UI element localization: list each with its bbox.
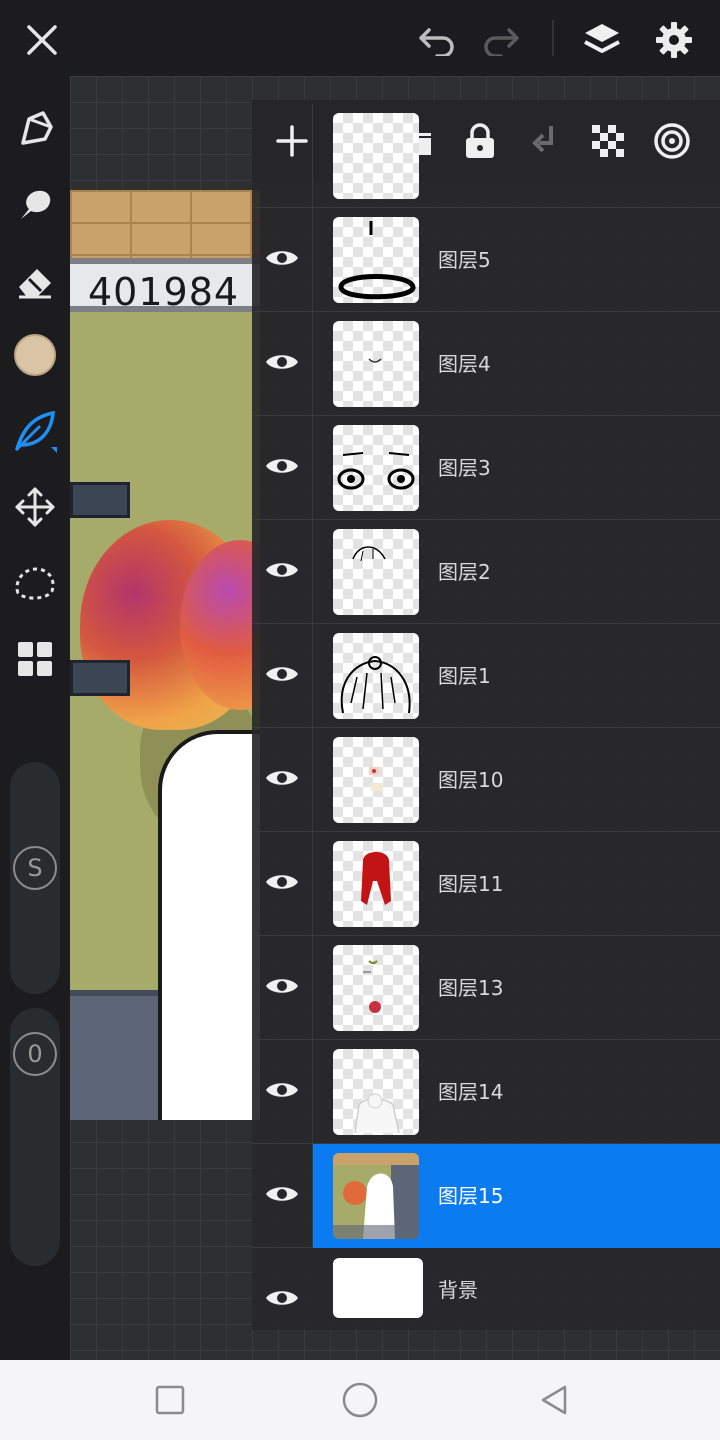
art-sign: 401984 xyxy=(70,258,260,314)
layer-row[interactable]: 图层14 xyxy=(252,1040,720,1144)
layer-row[interactable]: 图层4 xyxy=(252,312,720,416)
system-nav-bar xyxy=(0,1360,720,1440)
eye-icon[interactable] xyxy=(262,966,302,1006)
color-swatch[interactable] xyxy=(12,332,58,378)
layer-row[interactable]: 图层11 xyxy=(252,832,720,936)
layer-row[interactable]: 图层5 xyxy=(252,208,720,312)
art-shelf xyxy=(70,660,130,696)
layer-name: 图层14 xyxy=(438,1080,504,1104)
layer-name: 图层4 xyxy=(438,352,491,376)
eye-icon[interactable] xyxy=(262,342,302,382)
top-bar xyxy=(0,0,720,76)
layer-thumbnail xyxy=(333,321,419,407)
leaf-brush-icon[interactable] xyxy=(12,408,58,454)
undo-icon[interactable] xyxy=(414,18,460,62)
layer-name: 图层11 xyxy=(438,872,504,896)
eye-icon[interactable] xyxy=(262,1278,302,1318)
move-icon[interactable] xyxy=(12,484,58,530)
layers-panel: 图层5 图层4 图层3 图层2 图层1 图层10 图层11 图层13 图层14 … xyxy=(252,100,720,1330)
layer-divider xyxy=(312,832,313,936)
drawing-app: 401984 S 0 图层5 图层4 图层3 图层2 图层1 图层10 图层11… xyxy=(0,0,720,1440)
layer-divider xyxy=(312,936,313,1040)
layer-thumbnail xyxy=(333,1258,423,1318)
layer-row-partial[interactable] xyxy=(252,104,720,208)
pen-icon[interactable] xyxy=(12,106,58,152)
eye-icon[interactable] xyxy=(262,758,302,798)
redo-icon[interactable] xyxy=(478,18,524,62)
smudge-icon[interactable] xyxy=(12,182,58,228)
layer-row[interactable]: 图层10 xyxy=(252,728,720,832)
layer-thumbnail xyxy=(333,737,419,823)
opacity-slider-knob[interactable]: 0 xyxy=(13,1032,57,1076)
layer-row[interactable]: 图层2 xyxy=(252,520,720,624)
home-button[interactable] xyxy=(338,1378,382,1422)
layer-divider xyxy=(312,520,313,624)
gear-icon[interactable] xyxy=(650,16,698,64)
art-sign-text: 401984 xyxy=(88,270,240,314)
eye-icon[interactable] xyxy=(262,654,302,694)
layers-icon[interactable] xyxy=(578,16,626,64)
layer-thumbnail xyxy=(333,217,419,303)
layer-thumbnail xyxy=(333,529,419,615)
eye-icon[interactable] xyxy=(262,446,302,486)
eye-icon[interactable] xyxy=(262,1070,302,1110)
layer-row[interactable]: 图层13 xyxy=(252,936,720,1040)
layer-thumbnail xyxy=(333,841,419,927)
layer-divider xyxy=(312,1144,313,1248)
layer-name: 图层3 xyxy=(438,456,491,480)
size-slider-label: S xyxy=(27,854,43,882)
opacity-slider[interactable]: 0 xyxy=(10,1008,60,1266)
layer-divider xyxy=(312,416,313,520)
eraser-icon[interactable] xyxy=(12,258,58,304)
left-toolbar: S 0 xyxy=(0,76,70,1360)
art-character-shirt xyxy=(158,730,260,1120)
layer-divider xyxy=(312,312,313,416)
layer-thumbnail xyxy=(333,425,419,511)
layer-name: 图层15 xyxy=(438,1184,504,1208)
size-slider[interactable]: S xyxy=(10,762,60,994)
layer-divider xyxy=(312,624,313,728)
layer-thumbnail xyxy=(333,113,419,199)
layer-divider xyxy=(312,208,313,312)
artwork-canvas[interactable]: 401984 xyxy=(70,190,260,1120)
eye-icon[interactable] xyxy=(262,238,302,278)
layer-name: 图层2 xyxy=(438,560,491,584)
size-slider-knob[interactable]: S xyxy=(13,846,57,890)
layer-thumbnail xyxy=(333,945,419,1031)
eye-icon[interactable] xyxy=(262,550,302,590)
back-button[interactable] xyxy=(532,1378,576,1422)
recent-apps-button[interactable] xyxy=(148,1378,192,1422)
layer-row[interactable]: 图层1 xyxy=(252,624,720,728)
layer-name: 图层13 xyxy=(438,976,504,1000)
eye-icon[interactable] xyxy=(262,862,302,902)
art-shelf xyxy=(70,482,130,518)
layer-divider xyxy=(312,728,313,832)
layer-name: 背景 xyxy=(438,1278,478,1302)
close-icon[interactable] xyxy=(20,18,64,62)
toolbar-divider xyxy=(552,20,554,56)
eye-icon[interactable] xyxy=(262,1174,302,1214)
layer-divider xyxy=(312,104,313,208)
opacity-slider-label: 0 xyxy=(27,1040,43,1068)
layer-row-background[interactable]: 背景 xyxy=(252,1248,720,1330)
layer-thumbnail xyxy=(333,1049,419,1135)
layer-name: 图层1 xyxy=(438,664,491,688)
layer-divider xyxy=(312,1040,313,1144)
layer-name: 图层5 xyxy=(438,248,491,272)
layer-thumbnail xyxy=(333,633,419,719)
layer-name: 图层10 xyxy=(438,768,504,792)
layer-thumbnail xyxy=(333,1153,419,1239)
lasso-icon[interactable] xyxy=(12,560,58,606)
layer-row[interactable]: 图层3 xyxy=(252,416,720,520)
layer-row-selected[interactable]: 图层15 xyxy=(252,1144,720,1248)
grid-apps-icon[interactable] xyxy=(12,636,58,682)
